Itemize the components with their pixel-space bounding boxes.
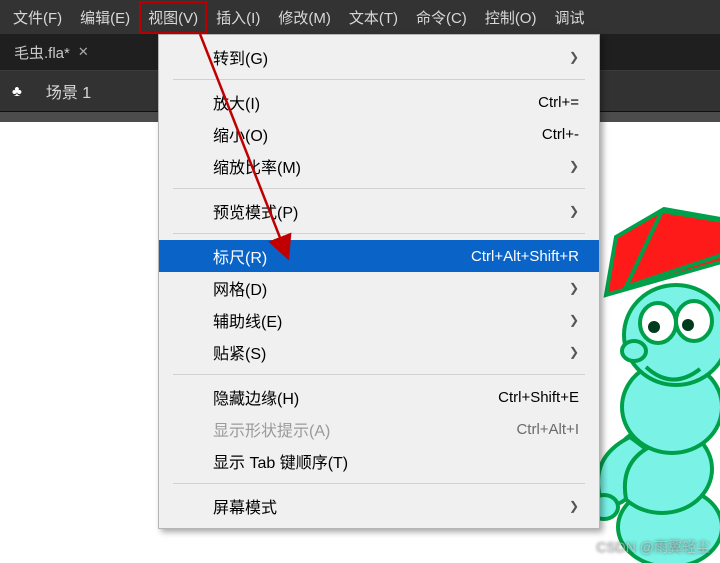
menu-entry[interactable]: 网格(D) ❯ bbox=[159, 272, 599, 304]
menu-separator bbox=[173, 374, 585, 375]
menu-separator bbox=[173, 79, 585, 80]
menu-entry[interactable]: 屏幕模式 ❯ bbox=[159, 490, 599, 522]
menu-entry-shortcut: Ctrl+= bbox=[538, 94, 579, 111]
menu-entry[interactable]: 辅助线(E) ❯ bbox=[159, 304, 599, 336]
menu-entry-label: 贴紧(S) bbox=[213, 340, 266, 364]
menu-entry-label: 显示 Tab 键顺序(T) bbox=[213, 449, 348, 473]
menu-separator bbox=[173, 483, 585, 484]
menu-entry-label: 辅助线(E) bbox=[213, 308, 282, 332]
close-icon[interactable]: ✕ bbox=[78, 44, 89, 60]
menu-entry-shortcut: Ctrl+Shift+E bbox=[498, 389, 579, 406]
menu-entry-label: 显示形状提示(A) bbox=[213, 417, 330, 441]
menu-item[interactable]: 文本(T) bbox=[340, 1, 407, 34]
menu-item[interactable]: 插入(I) bbox=[207, 1, 269, 34]
menu-entry-label: 网格(D) bbox=[213, 276, 267, 300]
menu-entry[interactable]: 转到(G) ❯ bbox=[159, 41, 599, 73]
chevron-right-icon: ❯ bbox=[561, 345, 579, 359]
menu-entry-label: 标尺(R) bbox=[213, 244, 267, 268]
menu-entry-label: 放大(I) bbox=[213, 90, 260, 114]
menu-entry[interactable]: 缩小(O) Ctrl+- bbox=[159, 118, 599, 150]
menu-item[interactable]: 控制(O) bbox=[476, 1, 546, 34]
menu-bar: 文件(F)编辑(E)视图(V)插入(I)修改(M)文本(T)命令(C)控制(O)… bbox=[0, 0, 720, 34]
menu-entry-label: 屏幕模式 bbox=[213, 494, 277, 518]
menu-item[interactable]: 调试 bbox=[545, 1, 593, 34]
menu-item[interactable]: 修改(M) bbox=[269, 1, 340, 34]
menu-entry[interactable]: 预览模式(P) ❯ bbox=[159, 195, 599, 227]
chevron-right-icon: ❯ bbox=[561, 159, 579, 173]
menu-entry-label: 缩小(O) bbox=[213, 122, 268, 146]
menu-separator bbox=[173, 233, 585, 234]
menu-item[interactable]: 命令(C) bbox=[407, 1, 476, 34]
menu-entry[interactable]: 显示 Tab 键顺序(T) bbox=[159, 445, 599, 477]
menu-entry-label: 隐藏边缘(H) bbox=[213, 385, 299, 409]
chevron-right-icon: ❯ bbox=[561, 499, 579, 513]
menu-entry[interactable]: 放大(I) Ctrl+= bbox=[159, 86, 599, 118]
scene-icon[interactable]: ♣ bbox=[12, 83, 22, 100]
document-tab[interactable]: 毛虫.fla* ✕ bbox=[4, 36, 99, 69]
chevron-right-icon: ❯ bbox=[561, 313, 579, 327]
menu-entry[interactable]: 隐藏边缘(H) Ctrl+Shift+E bbox=[159, 381, 599, 413]
view-menu-dropdown[interactable]: 转到(G)❯放大(I)Ctrl+=缩小(O)Ctrl+-缩放比率(M)❯预览模式… bbox=[158, 34, 600, 529]
menu-separator bbox=[173, 188, 585, 189]
menu-entry: 显示形状提示(A) Ctrl+Alt+I bbox=[159, 413, 599, 445]
menu-entry[interactable]: 贴紧(S) ❯ bbox=[159, 336, 599, 368]
document-tab-filename: 毛虫.fla* bbox=[14, 42, 70, 63]
chevron-right-icon: ❯ bbox=[561, 281, 579, 295]
menu-entry-label: 预览模式(P) bbox=[213, 199, 298, 223]
menu-item[interactable]: 文件(F) bbox=[4, 1, 71, 34]
chevron-right-icon: ❯ bbox=[561, 204, 579, 218]
watermark: CSDN @雨翼轻尘 bbox=[596, 537, 710, 557]
menu-entry[interactable]: 标尺(R) Ctrl+Alt+Shift+R bbox=[159, 240, 599, 272]
menu-entry[interactable]: 缩放比率(M) ❯ bbox=[159, 150, 599, 182]
menu-item[interactable]: 编辑(E) bbox=[71, 1, 139, 34]
menu-entry-shortcut: Ctrl+Alt+Shift+R bbox=[471, 248, 579, 265]
menu-item[interactable]: 视图(V) bbox=[139, 1, 207, 34]
menu-entry-label: 转到(G) bbox=[213, 45, 268, 69]
menu-entry-label: 缩放比率(M) bbox=[213, 154, 301, 178]
menu-entry-shortcut: Ctrl+Alt+I bbox=[516, 421, 579, 438]
chevron-right-icon: ❯ bbox=[561, 50, 579, 64]
scene-label[interactable]: 场景 1 bbox=[46, 79, 91, 103]
menu-entry-shortcut: Ctrl+- bbox=[542, 126, 579, 143]
